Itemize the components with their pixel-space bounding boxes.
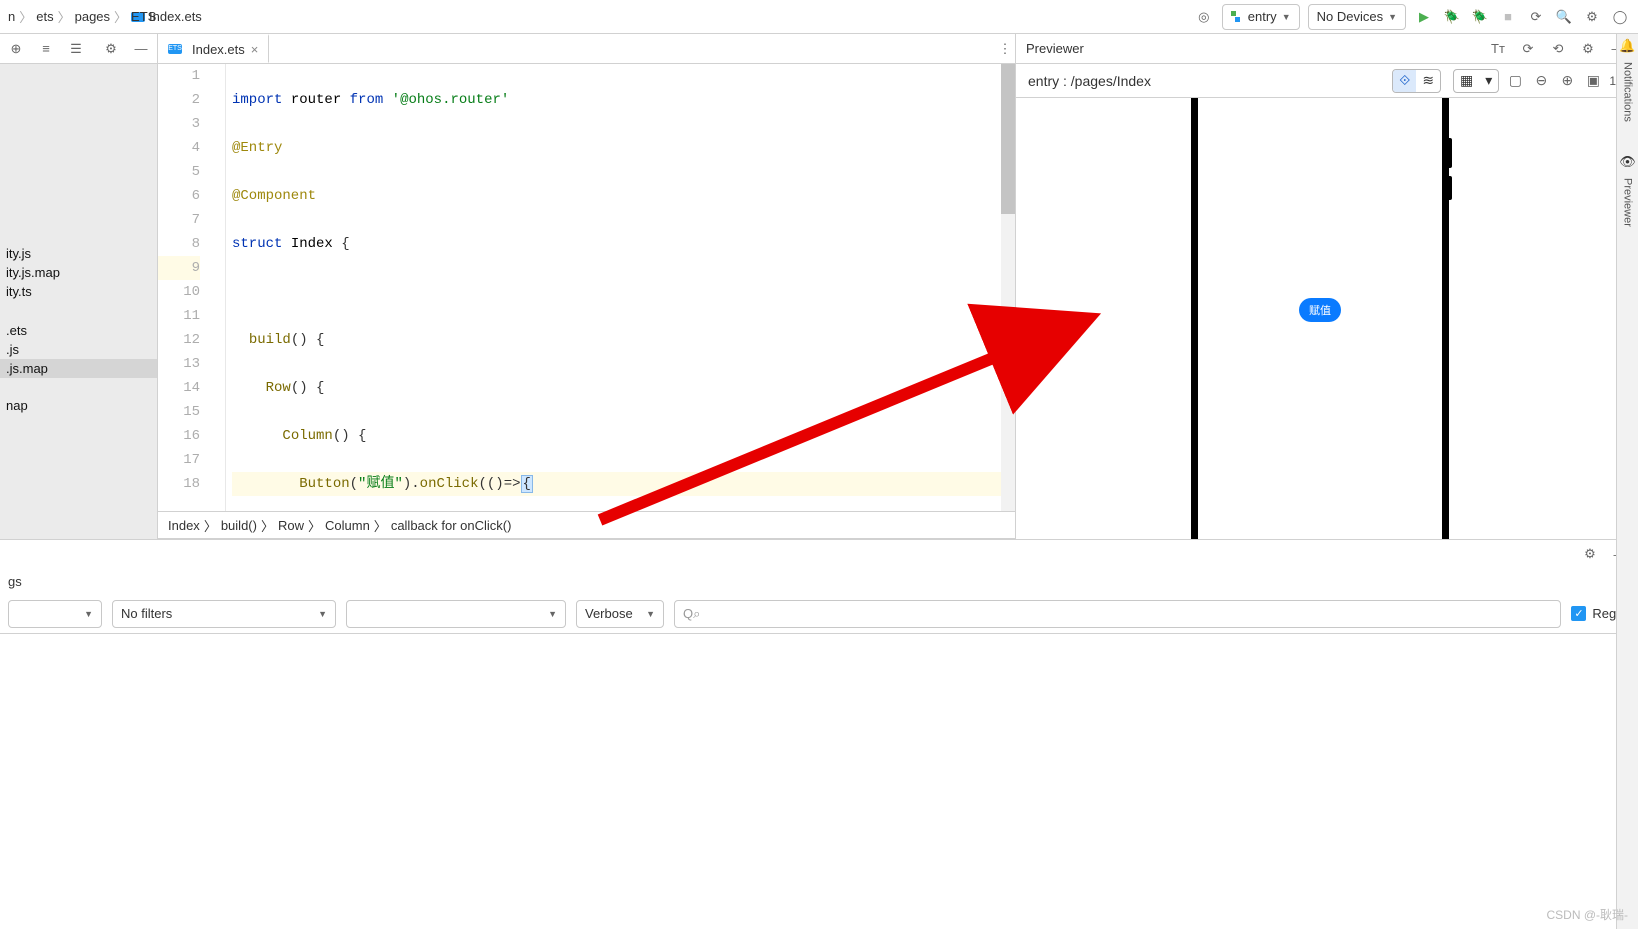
run-config-label: entry bbox=[1248, 9, 1277, 24]
scrollbar-thumb[interactable] bbox=[1001, 64, 1015, 214]
crumb-2[interactable]: ets bbox=[36, 9, 53, 24]
preview-canvas: 赋值 bbox=[1016, 98, 1638, 539]
sync-button[interactable]: ⟳ bbox=[1526, 7, 1546, 27]
file-item[interactable]: .ets bbox=[0, 321, 157, 340]
crumb-1[interactable]: n bbox=[8, 9, 15, 24]
crumb-file[interactable]: Index.ets bbox=[149, 9, 202, 24]
hide-icon[interactable]: — bbox=[131, 39, 151, 59]
file-item[interactable]: ity.js.map bbox=[0, 263, 157, 282]
grid-group[interactable]: ▦ ▾ bbox=[1453, 69, 1499, 93]
previewer-panel: Previewer Tт ⟳ ⟲ ⚙ — entry : /pages/Inde… bbox=[1015, 34, 1638, 539]
notifications-tab[interactable]: Notifications bbox=[1622, 62, 1634, 122]
close-icon[interactable]: × bbox=[251, 42, 259, 57]
filter-select[interactable]: No filters▼ bbox=[112, 600, 336, 628]
log-search[interactable]: Q⌕ bbox=[674, 600, 1561, 628]
previewer-entry: entry : /pages/Index bbox=[1028, 73, 1151, 89]
previewer-tab[interactable]: Previewer bbox=[1622, 178, 1634, 227]
eye-icon[interactable]: 👁 bbox=[1619, 154, 1636, 170]
device-frame: 赋值 bbox=[1191, 98, 1449, 539]
fit-icon[interactable]: ▣ bbox=[1583, 71, 1603, 91]
line-gutter: 123 456 78 9 101112 131415 161718 bbox=[158, 64, 212, 511]
file-item[interactable]: ity.ts bbox=[0, 282, 157, 301]
editor-column: ETS Index.ets × ⋮ ✔ 123 456 78 9 101112 … bbox=[158, 34, 1015, 539]
expand-icon[interactable]: ☰ bbox=[66, 39, 86, 59]
file-item[interactable]: .js bbox=[0, 340, 157, 359]
collapse-icon[interactable]: ≡ bbox=[36, 39, 56, 59]
locate-icon[interactable]: ⟐ bbox=[1393, 70, 1416, 92]
layers-icon[interactable]: ≋ bbox=[1416, 70, 1440, 92]
checkbox-checked-icon[interactable]: ✓ bbox=[1571, 606, 1586, 621]
search-icon: Q⌕ bbox=[683, 606, 700, 622]
fold-strip[interactable] bbox=[212, 64, 226, 511]
refresh-icon[interactable]: ⟳ bbox=[1518, 39, 1538, 59]
tab-label: Index.ets bbox=[192, 42, 245, 57]
more-icon[interactable]: ⋮ bbox=[995, 39, 1015, 59]
file-list[interactable]: ity.js ity.js.map ity.ts .ets .js .js.ma… bbox=[0, 64, 157, 539]
debug-button[interactable]: 🪲 bbox=[1442, 7, 1462, 27]
watermark: CSDN @-耿瑞- bbox=[1546, 906, 1628, 923]
font-icon[interactable]: Tт bbox=[1488, 39, 1508, 59]
file-item-selected[interactable]: .js.map bbox=[0, 359, 157, 378]
search-icon[interactable]: 🔍 bbox=[1554, 7, 1574, 27]
level-filter[interactable]: Verbose▼ bbox=[576, 600, 664, 628]
zoom-in-icon[interactable]: ⊕ bbox=[1557, 71, 1577, 91]
target-icon[interactable]: ◎ bbox=[1194, 7, 1214, 27]
project-pane: ⊕ ≡ ☰ ⚙ — ity.js ity.js.map ity.ts .ets … bbox=[0, 34, 158, 539]
process-filter[interactable]: ▼ bbox=[346, 600, 566, 628]
device-label: No Devices bbox=[1317, 9, 1383, 24]
editor-scrollbar[interactable] bbox=[1001, 64, 1015, 511]
bell-icon[interactable]: 🔔 bbox=[1619, 38, 1635, 54]
settings-icon[interactable]: ⚙ bbox=[1582, 7, 1602, 27]
rotate-icon[interactable]: ⟲ bbox=[1548, 39, 1568, 59]
device-combo[interactable]: No Devices ▼ bbox=[1308, 4, 1406, 30]
file-item[interactable]: nap bbox=[0, 396, 157, 415]
device-filter[interactable]: ▼ bbox=[8, 600, 102, 628]
ets-file-icon: ETS bbox=[131, 12, 145, 22]
path-breadcrumb: n〉 ets〉 pages〉 ETS Index.ets bbox=[8, 7, 202, 26]
inspect-group[interactable]: ⟐ ≋ bbox=[1392, 69, 1441, 93]
editor-tab[interactable]: ETS Index.ets × bbox=[158, 34, 269, 63]
gear-icon[interactable]: ⚙ bbox=[101, 39, 121, 59]
zoom-out-icon[interactable]: ⊖ bbox=[1531, 71, 1551, 91]
log-panel: ⚙ — gs ▼ No filters▼ ▼ Verbose▼ Q⌕ ✓ Reg… bbox=[0, 539, 1638, 634]
bracket-match: { bbox=[521, 475, 533, 493]
log-settings-icon[interactable]: ⚙ bbox=[1580, 544, 1600, 564]
run-button[interactable]: ▶ bbox=[1414, 7, 1434, 27]
right-toolwindow-rail: 🔔 Notifications 👁 Previewer bbox=[1616, 34, 1638, 929]
crop-icon[interactable]: ▢ bbox=[1505, 71, 1525, 91]
code-editor[interactable]: ✔ 123 456 78 9 101112 131415 161718 impo… bbox=[158, 64, 1015, 511]
editor-tab-bar: ETS Index.ets × ⋮ bbox=[158, 34, 1015, 64]
toolbar-right: ◎ entry ▼ No Devices ▼ ▶ 🪲 🪲 ■ ⟳ 🔍 ⚙ ◯ bbox=[1194, 4, 1630, 30]
structure-breadcrumb[interactable]: Index〉 build()〉 Row〉 Column〉 callback fo… bbox=[158, 511, 1015, 539]
code-area[interactable]: import router from '@ohos.router' @Entry… bbox=[226, 64, 1015, 511]
preview-button[interactable]: 赋值 bbox=[1299, 298, 1341, 322]
coverage-button[interactable]: 🪲 bbox=[1470, 7, 1490, 27]
ets-file-icon: ETS bbox=[168, 44, 182, 54]
grid-icon[interactable]: ▦ bbox=[1454, 70, 1479, 92]
top-toolbar: n〉 ets〉 pages〉 ETS Index.ets ◎ entry ▼ N… bbox=[0, 0, 1638, 34]
user-icon[interactable]: ◯ bbox=[1610, 7, 1630, 27]
log-filter-row: ▼ No filters▼ ▼ Verbose▼ Q⌕ ✓ Regex bbox=[0, 594, 1638, 634]
main-area: ⊕ ≡ ☰ ⚙ — ity.js ity.js.map ity.ts .ets … bbox=[0, 34, 1638, 539]
file-item[interactable]: ity.js bbox=[0, 244, 157, 263]
run-config-combo[interactable]: entry ▼ bbox=[1222, 4, 1300, 30]
stop-button: ■ bbox=[1498, 7, 1518, 27]
module-icon bbox=[1231, 11, 1243, 23]
previewer-title: Previewer bbox=[1026, 41, 1084, 56]
log-tab[interactable]: gs bbox=[8, 574, 22, 589]
chevron-down-icon[interactable]: ▾ bbox=[1479, 70, 1498, 92]
crumb-3[interactable]: pages bbox=[75, 9, 110, 24]
new-window-icon[interactable]: ⊕ bbox=[6, 39, 26, 59]
previewer-settings-icon[interactable]: ⚙ bbox=[1578, 39, 1598, 59]
